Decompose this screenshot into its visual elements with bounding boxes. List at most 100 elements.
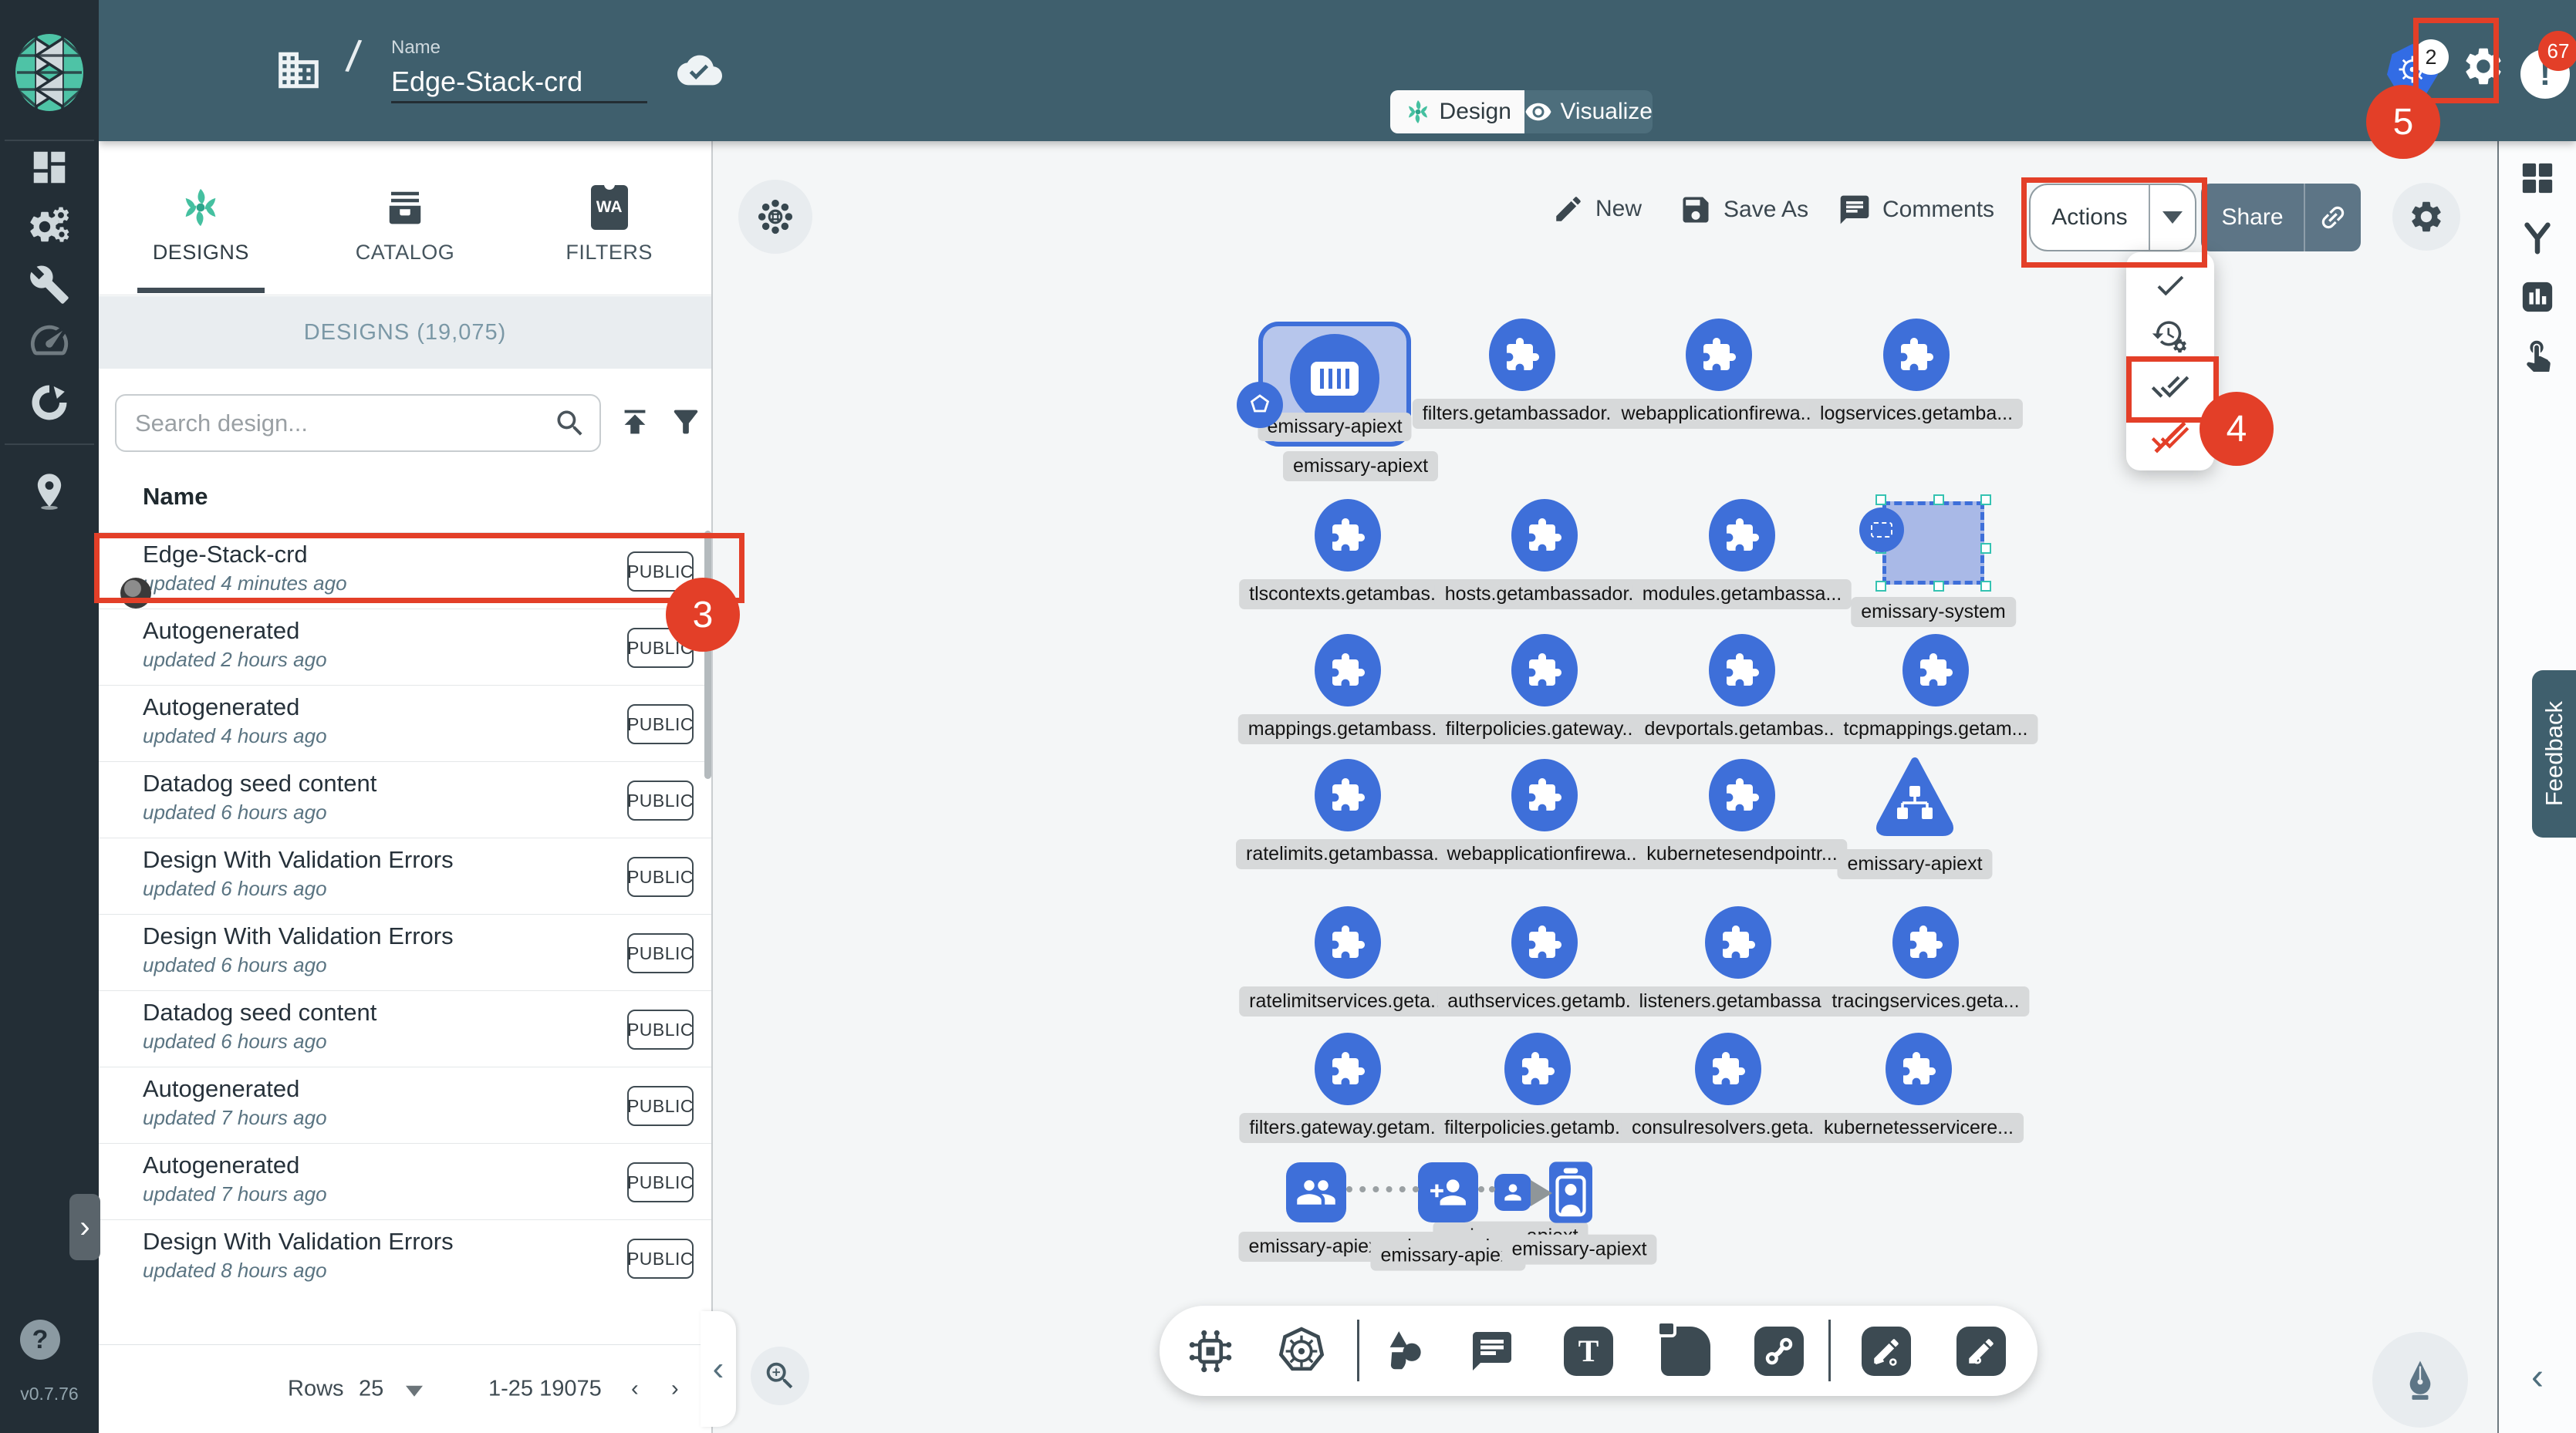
kubernetes-context-count-badge: 2	[2413, 39, 2449, 75]
design-list-item[interactable]: Design With Validation Errors updated 6 …	[99, 914, 711, 990]
sidebar-item-extensions[interactable]	[29, 382, 70, 423]
filter-icon[interactable]	[668, 404, 704, 440]
new-design-button[interactable]: New	[1552, 193, 1642, 225]
sidebar-expand-button[interactable]: ›	[69, 1194, 100, 1260]
share-button[interactable]: Share	[2201, 184, 2361, 251]
design-list-item[interactable]: Design With Validation Errors updated 8 …	[99, 1219, 711, 1296]
catalog-drawer-icon	[384, 184, 426, 231]
organization-building-icon[interactable]	[275, 46, 322, 94]
design-list-item[interactable]: Datadog seed content updated 6 hours ago…	[99, 990, 711, 1067]
app-version: v0.7.76	[0, 1384, 99, 1404]
pagination-range: 1-25 19075	[488, 1377, 602, 1402]
hierarchy-y-icon[interactable]	[2520, 221, 2555, 256]
panel-collapse-button[interactable]: ‹	[701, 1311, 736, 1427]
menu-item-deploy[interactable]	[2126, 363, 2214, 410]
design-search-input[interactable]	[135, 399, 536, 448]
note-tool-icon[interactable]	[1661, 1327, 1710, 1376]
chain-link-tool-icon[interactable]	[1754, 1327, 1804, 1376]
design-list-item[interactable]: Edge-Stack-crd updated 4 minutes ago PUB…	[99, 532, 711, 609]
design-list-item[interactable]: Autogenerated updated 7 hours ago PUBLIC	[99, 1143, 711, 1219]
design-table-header: Name	[143, 483, 208, 511]
comments-button[interactable]: Comments	[1838, 193, 1994, 227]
sidebar-item-environment-pin[interactable]	[29, 470, 69, 511]
interaction-touch-icon[interactable]	[2520, 336, 2555, 372]
meshery-logo-icon[interactable]	[12, 32, 86, 113]
sidebar-item-performance[interactable]	[27, 318, 72, 362]
annotate-pen-tool-icon[interactable]	[1862, 1327, 1911, 1376]
designs-count-header: DESIGNS (19,075)	[99, 296, 711, 369]
eye-icon	[1524, 98, 1552, 126]
panel-tabs: DESIGNS CATALOG WA FILTERS	[99, 141, 711, 295]
previous-page-button[interactable]: ‹	[631, 1377, 639, 1402]
menu-item-validate[interactable]	[2126, 262, 2214, 309]
tab-visualize[interactable]: Visualize	[1524, 90, 1653, 133]
design-updated-time: updated 6 hours ago	[143, 877, 327, 901]
tab-catalog[interactable]: CATALOG	[303, 141, 508, 295]
design-updated-time: updated 6 hours ago	[143, 953, 327, 977]
design-list-item[interactable]: Autogenerated updated 2 hours ago PUBLIC	[99, 609, 711, 685]
metrics-chart-icon[interactable]	[2520, 279, 2555, 315]
canvas-settings-gear-icon[interactable]	[2392, 183, 2460, 251]
mesh-adapter-icon[interactable]	[738, 180, 812, 254]
list-scrollbar[interactable]	[704, 531, 711, 779]
design-name: Design With Validation Errors	[143, 922, 454, 950]
feedback-tab[interactable]: Feedback	[2532, 670, 2576, 838]
design-updated-time: updated 8 hours ago	[143, 1259, 327, 1283]
search-row	[99, 369, 711, 480]
tab-design[interactable]: Design	[1390, 90, 1524, 133]
settings-gear-icon[interactable]	[2461, 44, 2506, 89]
sidebar-item-lifecycle[interactable]	[26, 204, 73, 247]
tab-design-label: Design	[1440, 99, 1511, 125]
rows-per-page-select[interactable]: 25	[359, 1377, 383, 1402]
mode-switch: Design Visualize	[1390, 90, 1653, 133]
history-gear-icon	[2151, 317, 2189, 356]
zoom-in-button[interactable]	[751, 1347, 809, 1405]
import-design-icon[interactable]	[617, 404, 653, 440]
annotation-badge-4: 4	[2200, 392, 2274, 466]
chip-icon[interactable]	[1185, 1326, 1236, 1377]
design-list-item[interactable]: Autogenerated updated 4 hours ago PUBLIC	[99, 685, 711, 761]
design-canvas[interactable]	[711, 141, 2497, 1433]
copy-link-icon[interactable]	[2305, 202, 2361, 233]
menu-item-dry-run[interactable]	[2126, 313, 2214, 359]
actions-dropdown-caret[interactable]	[2150, 211, 2195, 224]
search-box	[115, 394, 601, 452]
rows-caret-icon[interactable]	[406, 1386, 423, 1397]
save-as-button[interactable]: Save As	[1679, 193, 1808, 227]
visibility-badge: PUBLIC	[627, 781, 694, 821]
pencil-icon	[1552, 193, 1585, 225]
design-list-item[interactable]: Design With Validation Errors updated 6 …	[99, 838, 711, 914]
design-updated-time: updated 2 hours ago	[143, 648, 327, 672]
rows-per-page-label: Rows	[288, 1377, 344, 1402]
tab-visualize-label: Visualize	[1560, 99, 1653, 125]
right-dock-collapse-button[interactable]: ‹	[2531, 1356, 2544, 1398]
design-name-input[interactable]	[391, 62, 647, 103]
tab-designs[interactable]: DESIGNS	[99, 141, 303, 295]
design-list-item[interactable]: Datadog seed content updated 6 hours ago…	[99, 761, 711, 838]
breadcrumb: /	[343, 30, 363, 83]
design-name: Edge-Stack-crd	[143, 541, 308, 568]
cloud-saved-icon	[677, 48, 722, 93]
shapes-tool-icon[interactable]	[1381, 1327, 1429, 1375]
annotation-badge-3: 3	[666, 578, 740, 652]
design-name: Datadog seed content	[143, 770, 376, 797]
design-list: Edge-Stack-crd updated 4 minutes ago PUB…	[99, 532, 711, 1296]
visibility-badge: PUBLIC	[627, 1010, 694, 1050]
sidebar-item-dashboard[interactable]	[29, 147, 70, 188]
comment-tool-icon[interactable]	[1469, 1328, 1515, 1374]
components-grid-icon[interactable]	[2520, 160, 2555, 196]
next-page-button[interactable]: ›	[671, 1377, 679, 1402]
search-icon[interactable]	[553, 406, 587, 440]
visibility-badge: PUBLIC	[627, 1239, 694, 1279]
design-list-item[interactable]: Autogenerated updated 7 hours ago PUBLIC	[99, 1067, 711, 1143]
kubernetes-helm-icon[interactable]	[1276, 1326, 1327, 1377]
text-tool-icon[interactable]: T	[1564, 1327, 1613, 1376]
help-icon[interactable]: ?	[20, 1320, 60, 1360]
wasm-filter-icon: WA	[591, 184, 628, 231]
sidebar-item-configuration[interactable]	[29, 264, 70, 305]
tab-filters[interactable]: WA FILTERS	[507, 141, 711, 295]
freehand-pencil-tool-icon[interactable]	[1956, 1327, 2006, 1376]
actions-button[interactable]: Actions	[2029, 184, 2196, 251]
pen-nib-mode-icon[interactable]	[2372, 1332, 2468, 1428]
design-updated-time: updated 7 hours ago	[143, 1182, 327, 1206]
